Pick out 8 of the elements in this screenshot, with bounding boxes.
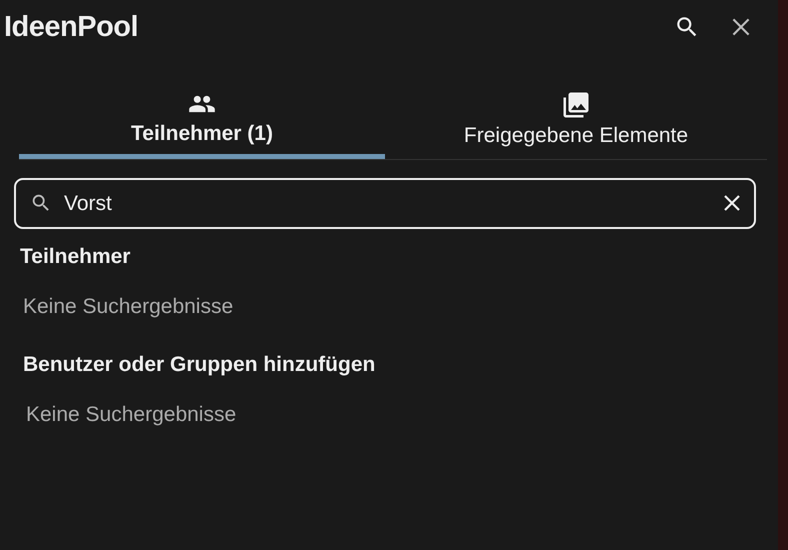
section-heading: Benutzer oder Gruppen hinzufügen <box>23 353 376 377</box>
tab[interactable]: Freigegebene Elemente <box>385 90 767 159</box>
empty-message: Keine Suchergebnisse <box>22 295 234 319</box>
search-field[interactable]: Vorst <box>14 178 756 229</box>
empty-message: Keine Suchergebnisse <box>25 403 238 427</box>
panel-title: IdeenPool <box>4 10 138 44</box>
tab[interactable]: Teilnehmer (1) <box>19 90 385 159</box>
section-heading: Teilnehmer <box>20 245 132 269</box>
